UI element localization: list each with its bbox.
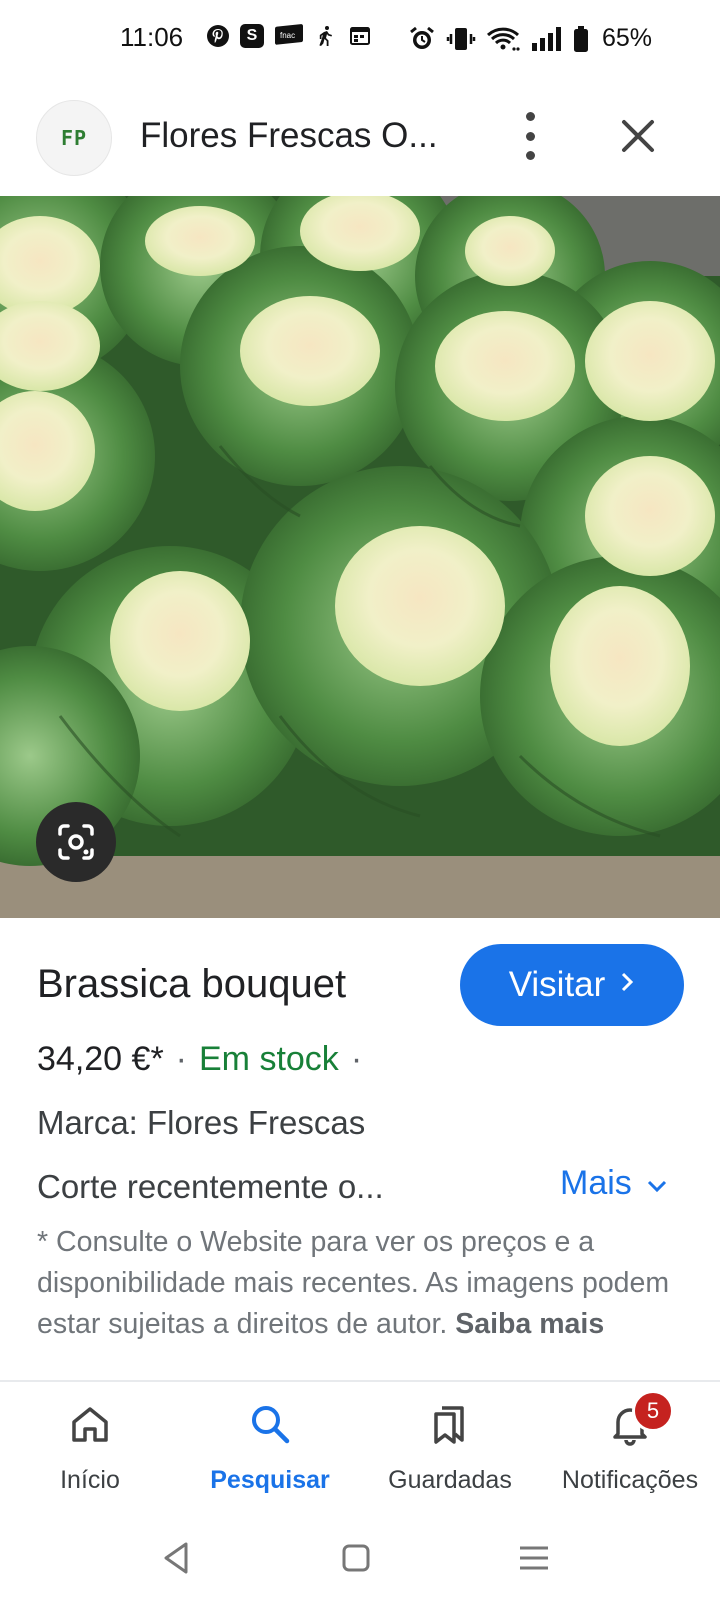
separator: · (350, 1040, 363, 1078)
calendar-icon (348, 24, 372, 48)
system-navigation-bar (0, 1518, 720, 1608)
nav-item-notificacoes[interactable]: 5 Notificações (540, 1390, 720, 1495)
more-button[interactable]: Mais (560, 1164, 668, 1203)
more-label: Mais (560, 1164, 632, 1202)
more-dot (525, 112, 535, 121)
nav-label: Pesquisar (210, 1466, 330, 1494)
home-icon (66, 1400, 114, 1448)
chevron-right-icon (619, 968, 635, 1002)
vibrate-icon (446, 27, 476, 51)
nav-label: Guardadas (388, 1466, 512, 1494)
wifi-icon (486, 27, 520, 51)
price-row: 34,20 €* · Em stock · (37, 1040, 374, 1079)
disclaimer: * Consulte o Website para ver os preços … (37, 1222, 687, 1345)
more-dot (525, 151, 535, 160)
battery-level: 65% (602, 24, 653, 52)
brand-text: Marca: Flores Frescas (37, 1104, 366, 1141)
bell-icon: 5 (606, 1390, 674, 1448)
pinterest-icon (206, 24, 230, 48)
status-bar: 11:06 S fnac 65% (0, 0, 720, 84)
nav-item-guardadas[interactable]: Guardadas (360, 1400, 540, 1495)
kale-heads (0, 196, 720, 866)
notification-icons: S fnac (206, 24, 372, 48)
battery-icon (572, 25, 590, 52)
visit-button[interactable]: Visitar (460, 944, 684, 1026)
nav-item-pesquisar[interactable]: Pesquisar (180, 1400, 360, 1495)
status-time: 11:06 (120, 22, 184, 52)
notification-badge: 5 (632, 1390, 674, 1432)
price: 34,20 €* (37, 1040, 164, 1078)
home-square-icon[interactable] (336, 1538, 376, 1583)
s-app-icon: S (240, 24, 264, 48)
page-header: FP Flores Frescas O... (0, 96, 720, 182)
site-favicon[interactable]: FP (36, 100, 112, 176)
stock-status: Em stock (199, 1040, 339, 1078)
product-name: Brassica bouquet (37, 962, 347, 1006)
kale-photo (0, 196, 720, 918)
walking-icon (314, 24, 338, 48)
learn-more-link[interactable]: Saiba mais (455, 1308, 604, 1340)
fnac-label: fnac (280, 31, 295, 40)
system-status-icons: 65% (408, 24, 652, 53)
site-logo-text: FP (60, 126, 88, 150)
visit-label: Visitar (508, 965, 606, 1004)
google-lens-icon[interactable] (36, 802, 116, 882)
signal-icon (530, 26, 562, 51)
nav-item-inicio[interactable]: Início (0, 1400, 180, 1495)
product-image[interactable] (0, 196, 720, 918)
separator: · (175, 1040, 187, 1078)
nav-label: Notificações (561, 1466, 699, 1494)
chevron-down-icon (646, 1164, 668, 1203)
back-icon[interactable] (156, 1538, 196, 1583)
alarm-icon (408, 26, 436, 51)
bottom-nav: Início Pesquisar Guardadas 5 Notificaçõe… (0, 1382, 720, 1518)
collections-icon (426, 1400, 474, 1448)
description-text: Corte recentemente o... (37, 1168, 384, 1205)
site-title[interactable]: Flores Frescas O... (140, 116, 438, 156)
fnac-icon: fnac (274, 24, 304, 48)
recents-menu-icon[interactable] (514, 1538, 554, 1583)
close-icon[interactable] (614, 112, 662, 160)
more-vert-icon[interactable] (512, 112, 548, 160)
search-icon (246, 1400, 294, 1448)
more-dot (525, 131, 535, 141)
nav-label: Início (60, 1466, 120, 1494)
